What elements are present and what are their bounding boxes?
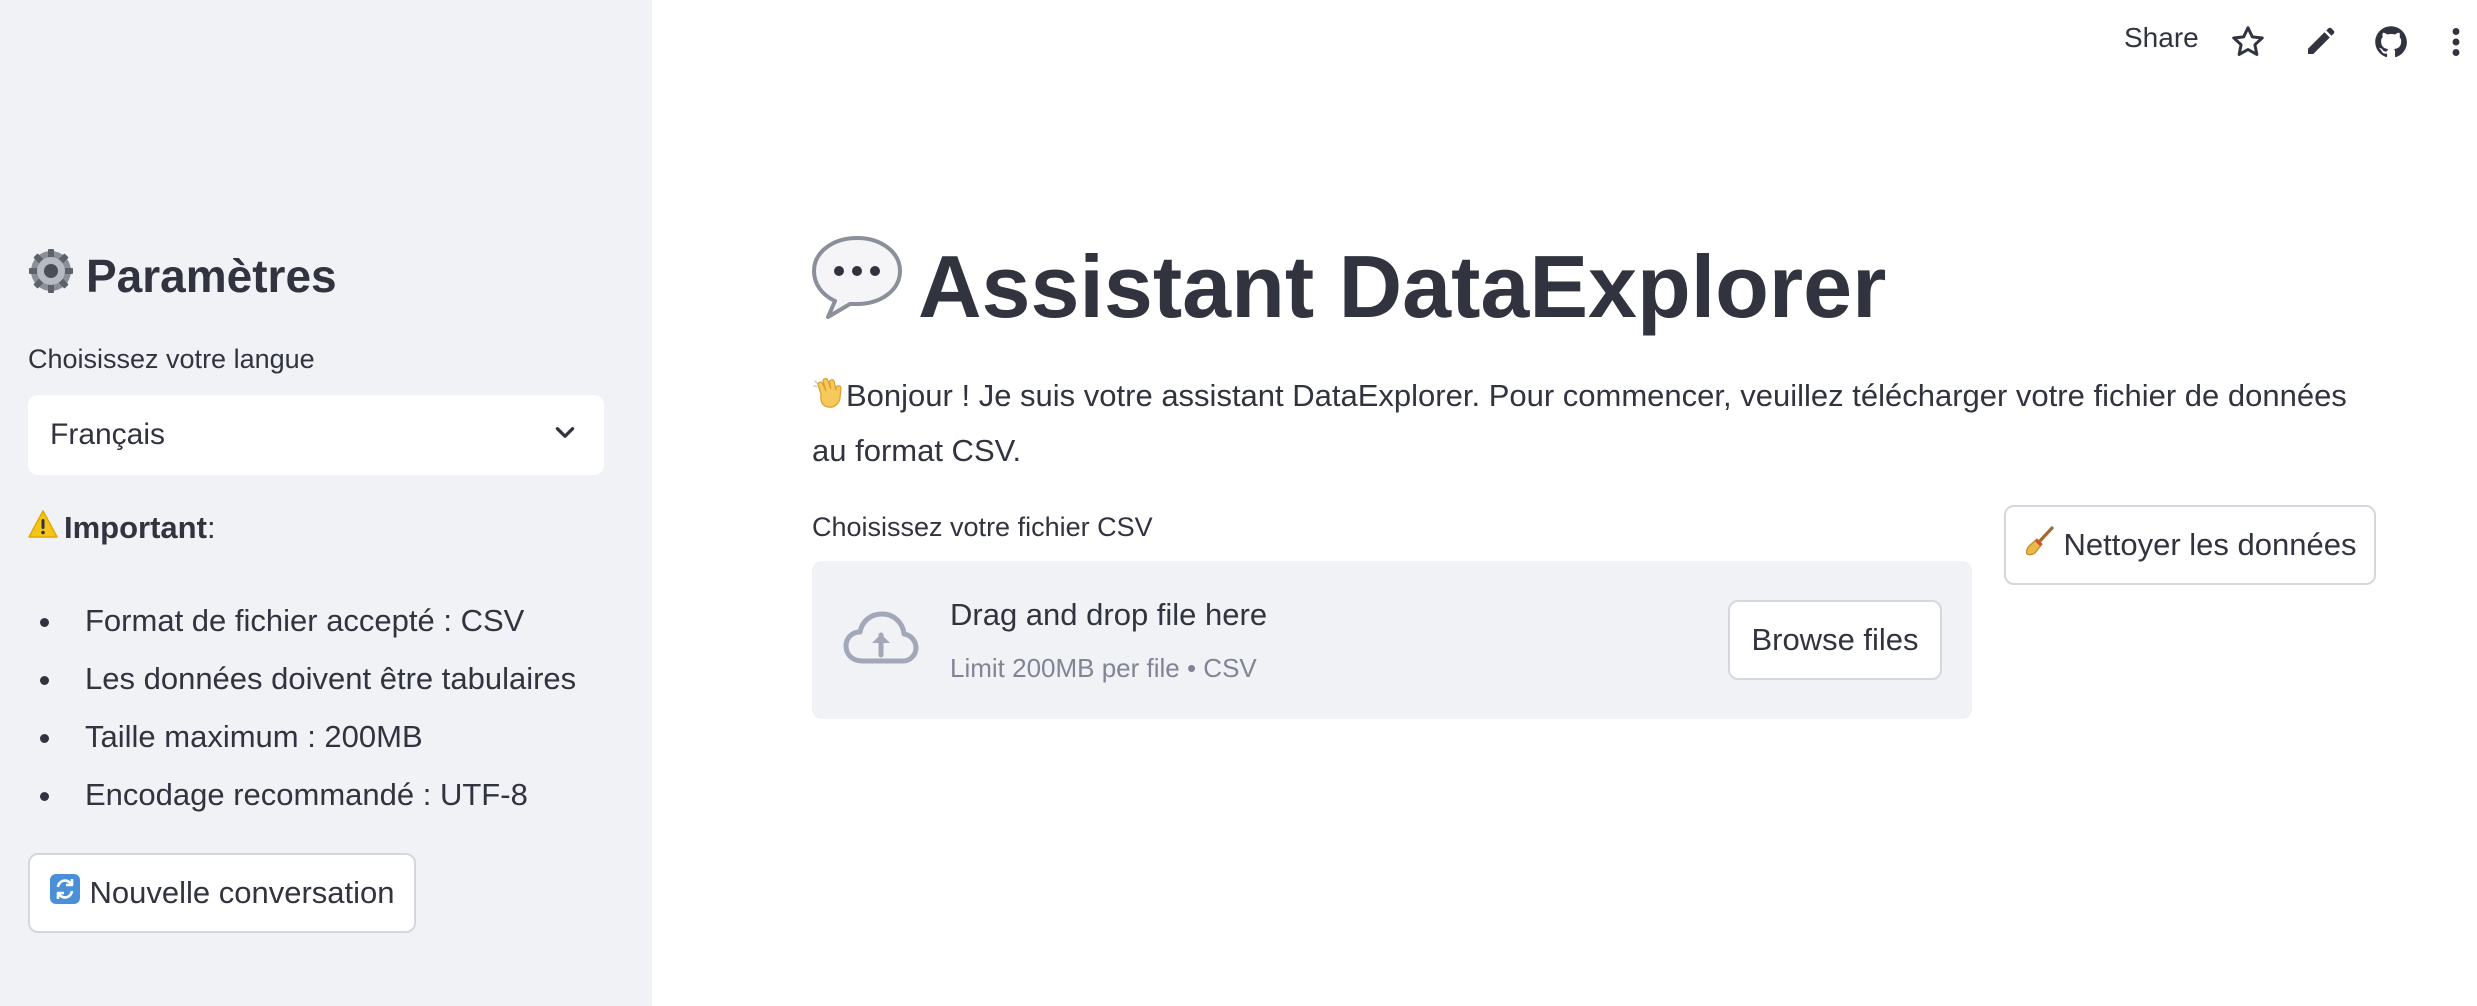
sidebar-title: Paramètres <box>28 248 337 304</box>
list-item: Encodage recommandé : UTF-8 <box>28 766 576 824</box>
dropzone-limit: Limit 200MB per file • CSV <box>950 653 1257 683</box>
github-icon[interactable] <box>2373 24 2409 60</box>
browse-files-button[interactable]: Browse files <box>1728 600 1942 680</box>
speech-bubble-icon <box>810 234 904 341</box>
important-label: Important <box>64 510 207 545</box>
cloud-upload-icon <box>842 609 920 671</box>
waving-hand-icon <box>812 374 846 425</box>
new-conversation-label: Nouvelle conversation <box>89 875 395 910</box>
list-item: Format de fichier accepté : CSV <box>28 592 576 650</box>
chevron-down-icon <box>552 420 578 451</box>
broom-icon <box>2024 525 2056 565</box>
sidebar-title-text: Paramètres <box>86 250 337 302</box>
dropzone-instructions: Drag and drop file here <box>950 597 1268 632</box>
share-button[interactable]: Share <box>2124 22 2199 54</box>
important-suffix: : <box>206 510 216 545</box>
requirements-list: Format de fichier accepté : CSV Les donn… <box>28 592 576 824</box>
star-icon[interactable] <box>2230 24 2266 60</box>
more-vertical-icon[interactable] <box>2442 24 2470 60</box>
intro-message: Bonjour ! Je suis votre assistant DataEx… <box>812 378 2347 468</box>
sidebar: Paramètres Choisissez votre langue Franç… <box>0 0 652 1006</box>
language-label: Choisissez votre langue <box>28 344 315 374</box>
warning-icon <box>28 510 58 546</box>
page-title: Assistant DataExplorer <box>810 232 1886 342</box>
refresh-icon <box>49 873 81 913</box>
gear-icon <box>28 248 74 305</box>
clean-data-label: Nettoyer les données <box>2063 527 2357 562</box>
intro-text: Bonjour ! Je suis votre assistant DataEx… <box>812 370 2372 476</box>
language-select[interactable]: Français <box>28 395 604 475</box>
important-heading: Important : <box>28 510 216 546</box>
page-title-text: Assistant DataExplorer <box>918 237 1887 336</box>
language-select-value: Français <box>50 418 166 451</box>
pencil-icon[interactable] <box>2302 24 2338 60</box>
new-conversation-button[interactable]: Nouvelle conversation <box>28 853 416 933</box>
clean-data-button[interactable]: Nettoyer les données <box>2004 505 2376 585</box>
upload-label: Choisissez votre fichier CSV <box>812 512 1153 542</box>
file-dropzone[interactable]: Drag and drop file here Limit 200MB per … <box>812 561 1972 719</box>
list-item: Les données doivent être tabulaires <box>28 650 576 708</box>
list-item: Taille maximum : 200MB <box>28 708 576 766</box>
